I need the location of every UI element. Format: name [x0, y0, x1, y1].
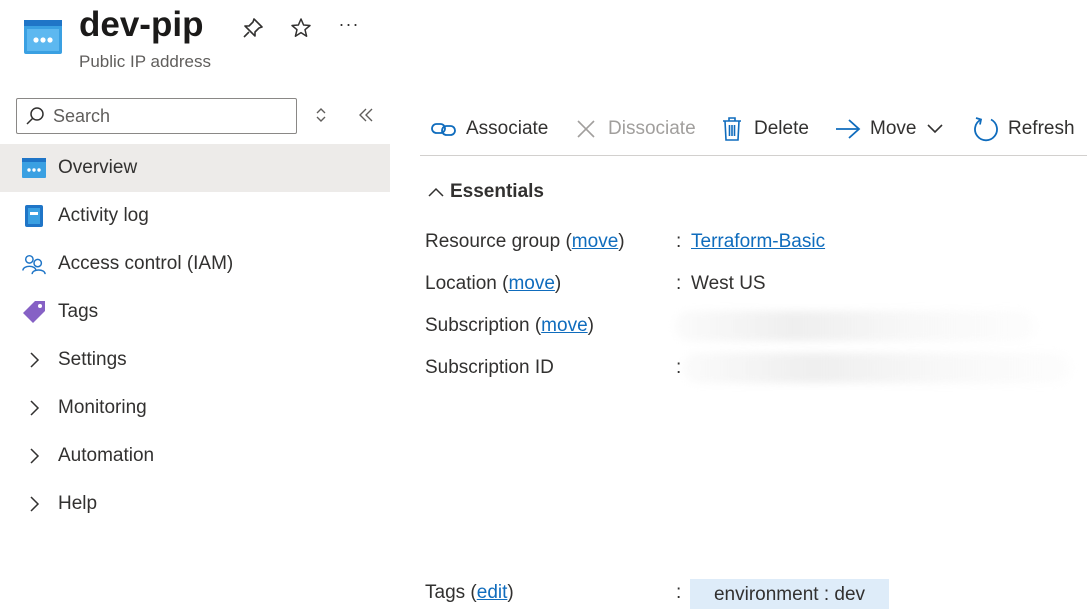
close-icon: [572, 115, 600, 143]
sidebar-item-label: Help: [58, 493, 98, 514]
location-label: Location (move): [425, 273, 562, 294]
move-label: Move: [870, 118, 917, 139]
location-move-link[interactable]: move: [508, 273, 554, 294]
trash-icon: [718, 115, 746, 143]
resource-header: dev-pip Public IP address ···: [0, 0, 1087, 80]
search-input[interactable]: [53, 105, 293, 127]
refresh-icon: [972, 115, 1000, 143]
resource-group-link[interactable]: Terraform-Basic: [691, 231, 825, 252]
sidebar-item-iam[interactable]: Access control (IAM): [0, 240, 390, 288]
iam-icon: [22, 252, 46, 276]
chevron-up-icon: [426, 182, 446, 202]
chevron-right-icon: [22, 444, 46, 468]
activity-log-icon: [22, 204, 46, 228]
colon-separator: :: [676, 273, 682, 294]
sidebar-item-overview[interactable]: Overview: [0, 144, 390, 192]
location-value: West US: [691, 273, 766, 294]
sidebar-item-automation[interactable]: Automation: [0, 432, 390, 480]
search-box[interactable]: [16, 98, 297, 134]
sidebar-item-help[interactable]: Help: [0, 480, 390, 528]
tags-edit-link[interactable]: edit: [477, 582, 508, 603]
chevron-right-icon: [22, 396, 46, 420]
sidebar-item-settings[interactable]: Settings: [0, 336, 390, 384]
search-icon: [26, 107, 44, 125]
more-options-button[interactable]: ···: [337, 12, 361, 36]
subscription-label: Subscription (move): [425, 315, 594, 336]
colon-separator: :: [676, 357, 682, 378]
star-icon[interactable]: [289, 16, 313, 40]
tag-icon: [22, 300, 46, 324]
command-bar: Associate Dissociate Delete Move Refresh: [420, 104, 1087, 156]
associate-button[interactable]: Associate: [430, 114, 548, 144]
sidebar-item-label: Activity log: [58, 205, 149, 226]
page-subtitle: Public IP address: [79, 52, 211, 71]
chevron-right-icon: [22, 348, 46, 372]
pin-icon[interactable]: [241, 16, 265, 40]
delete-label: Delete: [754, 118, 809, 139]
refresh-button[interactable]: Refresh: [972, 114, 1075, 144]
sidebar-item-tags[interactable]: Tags: [0, 288, 390, 336]
expand-collapse-all-icon[interactable]: [310, 104, 332, 126]
chevron-right-icon: [22, 492, 46, 516]
chevron-down-icon: [926, 123, 944, 135]
resource-group-label: Resource group (move): [425, 231, 625, 252]
subscription-id-value-redacted: [683, 353, 1071, 383]
move-button[interactable]: Move: [834, 114, 944, 144]
essentials-toggle[interactable]: Essentials: [426, 181, 544, 203]
dissociate-label: Dissociate: [608, 118, 696, 139]
resource-group-move-link[interactable]: move: [572, 231, 618, 252]
sidebar-item-label: Monitoring: [58, 397, 147, 418]
colon-separator: :: [676, 582, 682, 603]
refresh-label: Refresh: [1008, 118, 1075, 139]
public-ip-icon: [24, 20, 62, 54]
resource-group-value: Terraform-Basic: [691, 231, 825, 253]
sidebar-item-label: Automation: [58, 445, 155, 466]
sidebar-item-label: Overview: [58, 157, 138, 178]
sidebar-item-label: Tags: [58, 301, 99, 322]
subscription-move-link[interactable]: move: [541, 315, 587, 336]
collapse-sidebar-icon[interactable]: [355, 104, 377, 126]
subscription-value-redacted: [675, 311, 1035, 341]
sidebar-item-activity-log[interactable]: Activity log: [0, 192, 390, 240]
tag-pill[interactable]: environment : dev: [690, 579, 889, 609]
sidebar-nav: Overview Activity log Access control (IA…: [0, 144, 390, 528]
arrow-right-icon: [834, 115, 862, 143]
associate-label: Associate: [466, 118, 549, 139]
public-ip-icon: [22, 156, 46, 180]
essentials-heading: Essentials: [450, 181, 544, 202]
link-icon: [430, 115, 458, 143]
dissociate-button[interactable]: Dissociate: [572, 114, 696, 144]
tags-label: Tags (edit): [425, 582, 514, 603]
colon-separator: :: [676, 231, 682, 252]
sidebar-item-label: Settings: [58, 349, 127, 370]
subscription-id-label: Subscription ID: [425, 357, 554, 378]
page-title: dev-pip: [79, 5, 204, 44]
sidebar-item-monitoring[interactable]: Monitoring: [0, 384, 390, 432]
delete-button[interactable]: Delete: [718, 114, 809, 144]
sidebar-item-label: Access control (IAM): [58, 253, 234, 274]
